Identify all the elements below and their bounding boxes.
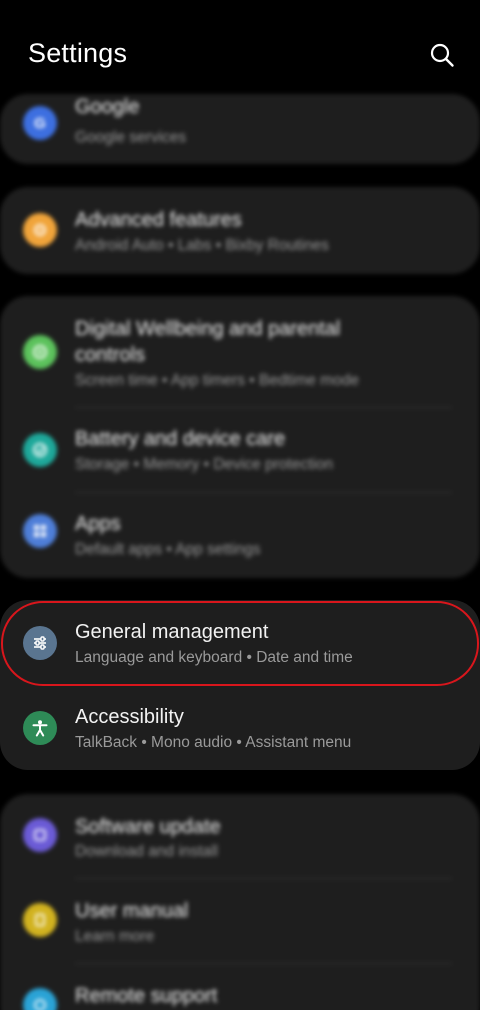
settings-item-subtitle: Learn more <box>75 928 155 945</box>
settings-item-label: Accessibility <box>75 706 184 728</box>
settings-item-label: Google <box>75 96 140 118</box>
settings-item-remote-support[interactable]: Remote support <box>0 964 480 1010</box>
settings-item-subtitle: Storage • Memory • Device protection <box>75 456 334 473</box>
settings-group-device: Digital Wellbeing and parental controls … <box>0 296 480 578</box>
wellbeing-icon <box>23 335 57 369</box>
settings-item-accessibility[interactable]: Accessibility TalkBack • Mono audio • As… <box>0 686 480 770</box>
settings-group-general: General management Language and keyboard… <box>0 600 480 770</box>
settings-item-apps[interactable]: Apps Default apps • App settings <box>0 493 480 578</box>
accessibility-icon <box>23 711 57 745</box>
google-icon: G <box>23 106 57 140</box>
settings-item-user-manual[interactable]: User manual Learn more <box>0 879 480 963</box>
settings-item-label-line2: controls <box>75 344 146 366</box>
device-care-icon <box>23 433 57 467</box>
settings-group-google: G Google Google services <box>0 94 480 164</box>
settings-item-advanced-features[interactable]: Advanced features Android Auto • Labs • … <box>0 187 480 274</box>
settings-item-label: General management <box>75 621 269 643</box>
settings-item-label: Remote support <box>75 985 218 1007</box>
manual-icon <box>23 903 57 937</box>
remote-support-icon <box>23 988 57 1010</box>
settings-group-advanced: Advanced features Android Auto • Labs • … <box>0 187 480 274</box>
settings-item-general-management[interactable]: General management Language and keyboard… <box>0 600 480 686</box>
settings-item-digital-wellbeing[interactable]: Digital Wellbeing and parental controls … <box>0 296 480 406</box>
svg-text:G: G <box>34 115 46 132</box>
settings-item-subtitle: Google services <box>75 129 187 146</box>
settings-item-battery-device-care[interactable]: Battery and device care Storage • Memory… <box>0 408 480 492</box>
settings-item-subtitle: Android Auto • Labs • Bixby Routines <box>75 237 329 254</box>
settings-item-label: Software update <box>75 816 221 838</box>
settings-item-label: User manual <box>75 900 189 922</box>
settings-group-support: Software update Download and install Use… <box>0 794 480 1010</box>
sliders-icon <box>23 626 57 660</box>
settings-item-label: Apps <box>75 513 121 535</box>
settings-item-subtitle: Screen time • App timers • Bedtime mode <box>75 372 359 389</box>
gear-plus-icon <box>23 213 57 247</box>
settings-item-software-update[interactable]: Software update Download and install <box>0 794 480 878</box>
page-title: Settings <box>28 38 128 68</box>
settings-item-google[interactable]: G Google Google services <box>0 94 480 164</box>
settings-item-subtitle: Download and install <box>75 843 219 860</box>
settings-item-label: Advanced features <box>75 209 242 231</box>
settings-item-label: Digital Wellbeing and parental <box>75 318 341 340</box>
settings-item-subtitle: Default apps • App settings <box>75 541 261 558</box>
apps-icon <box>23 514 57 548</box>
settings-item-label: Battery and device care <box>75 428 286 450</box>
settings-item-subtitle: TalkBack • Mono audio • Assistant menu <box>75 734 352 751</box>
settings-item-subtitle: Language and keyboard • Date and time <box>75 649 353 666</box>
app-header: Settings <box>0 0 480 100</box>
software-update-icon <box>23 818 57 852</box>
search-icon[interactable] <box>429 42 455 68</box>
